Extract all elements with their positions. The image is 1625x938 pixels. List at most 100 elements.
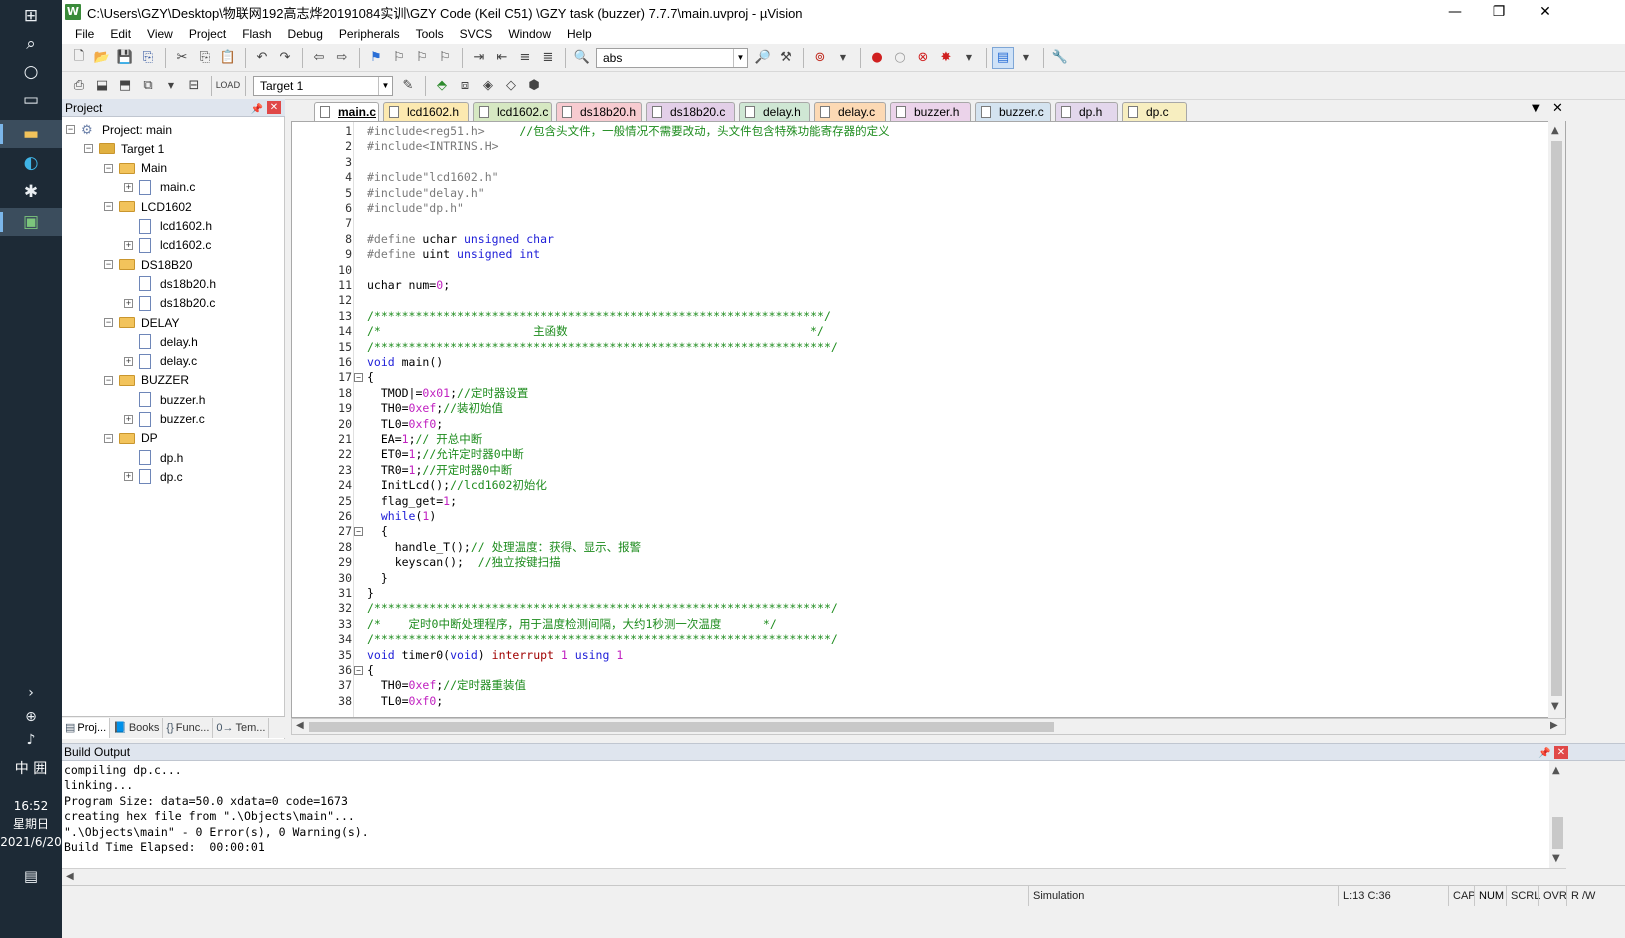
tree-file-item[interactable]: + buzzer.c — [124, 410, 205, 429]
collapse-icon[interactable]: − — [104, 202, 113, 212]
tree-project-item[interactable]: − ⚙ Project: main — [66, 120, 172, 139]
code-line[interactable]: 29 keyscan(); //独立按键扫描 — [292, 555, 1565, 570]
debug-start-icon[interactable]: ⊚ — [809, 47, 831, 69]
fold-collapse-icon[interactable]: − — [354, 373, 363, 383]
collapse-icon[interactable]: − — [104, 260, 113, 270]
code-line[interactable]: 9 #define uint unsigned int — [292, 247, 1565, 262]
build-icon[interactable]: ⬓ — [91, 75, 113, 97]
copy-icon[interactable]: ⎘ — [194, 47, 216, 69]
editor-vertical-scrollbar[interactable]: ▲ ▼ — [1548, 121, 1565, 718]
code-line[interactable]: 27− { — [292, 524, 1565, 539]
code-line[interactable]: 10 — [292, 263, 1565, 278]
editor-tab-buzzer-h[interactable]: buzzer.h — [890, 102, 971, 121]
project-tab[interactable]: ▤ Proj... — [62, 717, 111, 738]
tree-file-item[interactable]: lcd1602.h — [124, 217, 212, 236]
close-button[interactable]: ✕ — [1522, 0, 1568, 24]
close-icon[interactable]: ✕ — [1554, 746, 1568, 759]
task-view-icon[interactable]: ▭ — [0, 86, 62, 114]
scroll-up-icon[interactable]: ▲ — [1552, 765, 1560, 776]
tree-group-item[interactable]: − DELAY — [104, 313, 179, 332]
scrollbar-thumb[interactable] — [309, 722, 1054, 732]
chevron-down-icon[interactable]: ▼ — [378, 76, 392, 95]
code-line[interactable]: 22 ET0=1;//允许定时器0中断 — [292, 447, 1565, 462]
tree-group-item[interactable]: − DS18B20 — [104, 255, 192, 274]
code-line[interactable]: 33 /* 定时0中断处理程序，用于温度检测间隔，大约1秒测一次温度 */ — [292, 617, 1565, 632]
undo-icon[interactable]: ↶ — [251, 47, 273, 69]
next-bookmark-icon[interactable]: ⚐ — [411, 47, 433, 69]
target-select[interactable]: Target 1 ▼ — [253, 75, 393, 96]
settings-app-icon[interactable]: ✱ — [0, 178, 62, 206]
tree-file-item[interactable]: + delay.c — [124, 352, 197, 371]
books-tab[interactable]: 📘 Books — [110, 717, 164, 738]
editor-tab-dp-c[interactable]: dp.c — [1122, 102, 1187, 121]
translate-icon[interactable]: ⎙ — [68, 75, 90, 97]
find-icon[interactable]: 🔎 — [752, 47, 774, 69]
tree-file-item[interactable]: + lcd1602.c — [124, 236, 211, 255]
open-file-icon[interactable]: 📂 — [91, 47, 113, 69]
manage-multi-project-icon[interactable]: ⧈ — [454, 75, 476, 97]
menu-debug[interactable]: Debug — [280, 27, 331, 41]
bookmark-icon[interactable]: ⚑ — [365, 47, 387, 69]
minimize-button[interactable]: — — [1432, 0, 1478, 24]
code-line[interactable]: 18 TMOD|=0x01;//定时器设置 — [292, 386, 1565, 401]
code-line[interactable]: 15 /*************************************… — [292, 340, 1565, 355]
code-line[interactable]: 24 InitLcd();//lcd1602初始化 — [292, 478, 1565, 493]
build-output-vertical-scrollbar[interactable]: ▲ ▼ — [1549, 761, 1566, 868]
cut-icon[interactable]: ✂ — [171, 47, 193, 69]
collapse-icon[interactable]: − — [104, 163, 113, 173]
code-line[interactable]: 38 TL0=0xf0; — [292, 694, 1565, 709]
close-tab-icon[interactable]: ✕ — [1552, 101, 1563, 116]
clock-time[interactable]: 16:52 — [0, 797, 62, 815]
navigate-back-icon[interactable]: ⇦ — [308, 47, 330, 69]
navigate-forward-icon[interactable]: ⇨ — [331, 47, 353, 69]
tree-file-item[interactable]: delay.h — [124, 332, 198, 351]
find-combo[interactable]: abs ▼ — [596, 47, 748, 68]
enable-breakpoint-icon[interactable]: ○ — [889, 47, 911, 69]
code-line[interactable]: 19 TH0=0xef;//装初始值 — [292, 401, 1565, 416]
scrollbar-thumb[interactable] — [1552, 817, 1563, 849]
code-line[interactable]: 26 while(1) — [292, 509, 1565, 524]
code-line[interactable]: 17−{ — [292, 370, 1565, 385]
templates-tab[interactable]: 0→ Tem... — [213, 717, 270, 738]
editor-tab-delay-c[interactable]: delay.c — [814, 102, 886, 121]
clear-bookmarks-icon[interactable]: ⚐ — [434, 47, 456, 69]
tree-group-item[interactable]: − BUZZER — [104, 371, 189, 390]
code-line[interactable]: 8 #define uchar unsigned char — [292, 232, 1565, 247]
code-line[interactable]: 12 — [292, 293, 1565, 308]
scroll-down-icon[interactable]: ▼ — [1551, 701, 1559, 712]
unindent-icon[interactable]: ⇤ — [491, 47, 513, 69]
pin-icon[interactable]: 📌 — [1538, 745, 1550, 762]
fold-collapse-icon[interactable]: − — [354, 527, 363, 537]
scrollbar-thumb[interactable] — [1551, 141, 1562, 696]
functions-tab[interactable]: {} Func... — [163, 717, 214, 738]
expand-icon[interactable]: + — [124, 298, 133, 308]
notifications-icon[interactable]: ▤ — [0, 862, 62, 890]
tree-group-item[interactable]: − DP — [104, 429, 158, 448]
menu-help[interactable]: Help — [559, 27, 600, 41]
editor-tab-dp-h[interactable]: dp.h — [1055, 102, 1118, 121]
rebuild-icon[interactable]: ⬒ — [114, 75, 136, 97]
download-icon[interactable]: LOAD — [216, 75, 241, 97]
editor-horizontal-scrollbar[interactable]: ◀ ▶ — [291, 718, 1566, 735]
menu-file[interactable]: File — [67, 27, 102, 41]
editor-tab-ds18b20-c[interactable]: ds18b20.c — [646, 102, 735, 121]
expand-icon[interactable]: + — [124, 356, 133, 366]
prev-bookmark-icon[interactable]: ⚐ — [388, 47, 410, 69]
select-packs-icon[interactable]: ◈ — [477, 75, 499, 97]
code-line[interactable]: 14 /* 主函数 */ — [292, 324, 1565, 339]
scroll-left-icon[interactable]: ◀ — [66, 871, 74, 882]
code-line[interactable]: 20 TL0=0xf0; — [292, 417, 1565, 432]
fold-collapse-icon[interactable]: − — [354, 666, 363, 675]
manage-project-items-icon[interactable]: ⬘ — [431, 75, 453, 97]
code-line[interactable]: 36−{ — [292, 663, 1565, 678]
collapse-icon[interactable]: − — [104, 375, 113, 385]
code-line[interactable]: 21 EA=1;// 开总中断 — [292, 432, 1565, 447]
batch-build-icon[interactable]: ⧉ — [137, 75, 159, 97]
find-in-files-icon[interactable]: 🔍 — [571, 47, 593, 69]
start-icon[interactable]: ⊞ — [0, 2, 62, 30]
file-explorer-icon[interactable]: ▬ — [0, 120, 62, 148]
manage-run-time-icon[interactable]: ◇ — [500, 75, 522, 97]
code-line[interactable]: 37 TH0=0xef;//定时器重装值 — [292, 678, 1565, 693]
tree-group-item[interactable]: − LCD1602 — [104, 197, 192, 216]
pin-icon[interactable]: 📌 — [251, 101, 263, 119]
